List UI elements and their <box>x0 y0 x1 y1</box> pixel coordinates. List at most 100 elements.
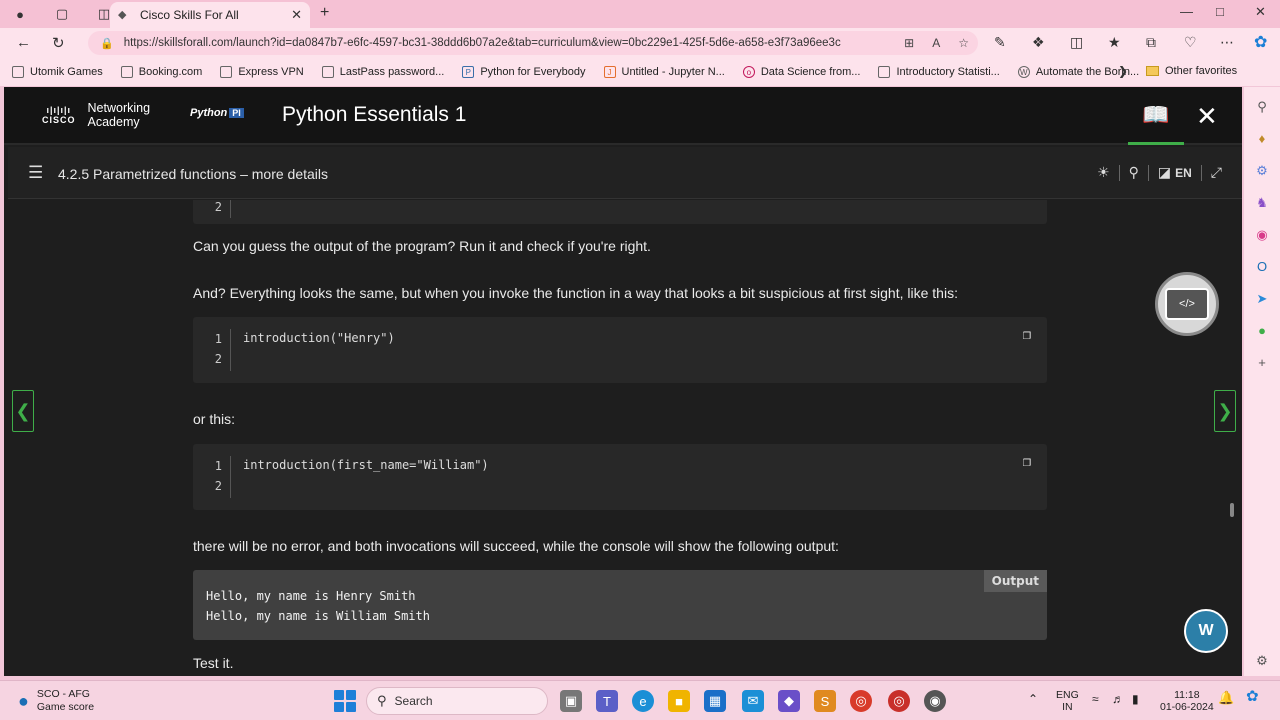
folder-icon <box>1146 66 1159 76</box>
minimize-icon[interactable]: — <box>1180 4 1193 19</box>
course-app: ı|ı|ı|ı CISCO Networking Academy Python P… <box>4 87 1242 676</box>
read-aloud-icon[interactable]: A <box>932 36 940 50</box>
search-icon[interactable]: ⚲ <box>1129 164 1139 181</box>
page-icon <box>321 66 334 78</box>
language-selector[interactable]: EN <box>1175 166 1192 180</box>
back-icon[interactable]: ← <box>16 34 31 51</box>
mail-icon[interactable]: ✉ <box>742 690 764 712</box>
bookmark-item[interactable]: J Untitled - Jupyter N... <box>603 66 725 78</box>
address-bar[interactable]: 🔒 https://skillsforall.com/launch?id=da0… <box>88 31 978 55</box>
close-tab-icon[interactable]: ✕ <box>291 7 302 23</box>
site-favicon-icon: ◆ <box>118 9 127 21</box>
lock-icon[interactable]: 🔒 <box>100 37 114 50</box>
chrome-icon[interactable]: ◎ <box>850 690 872 712</box>
shopping-icon[interactable]: ♦ <box>1254 131 1270 147</box>
language-indicator[interactable]: ENG IN <box>1056 689 1079 713</box>
copilot-taskbar-icon[interactable]: ✿ <box>1246 689 1259 704</box>
split-screen-icon[interactable]: ◫ <box>1070 34 1083 51</box>
maximize-icon[interactable]: □ <box>1216 4 1224 19</box>
code-block[interactable]: 1 2 introduction("Henry") ❐ <box>193 317 1047 383</box>
favorites-icon[interactable]: ★ <box>1108 34 1121 51</box>
send-icon[interactable]: ➤ <box>1254 291 1270 307</box>
wifi-icon[interactable]: ≈ <box>1092 693 1099 705</box>
tools-icon[interactable]: ⚙ <box>1254 163 1270 179</box>
code-line[interactable]: introduction("Henry") <box>243 331 395 345</box>
page-icon <box>120 66 133 78</box>
paragraph: or this: <box>193 411 236 427</box>
sublime-icon[interactable]: S <box>814 690 836 712</box>
browser-essentials-icon[interactable]: ♡ <box>1184 34 1197 51</box>
window-close-icon[interactable]: ✕ <box>1255 4 1266 20</box>
windows-start-icon[interactable] <box>334 690 356 712</box>
chevron-right-icon[interactable]: ❯ <box>1118 64 1128 78</box>
clock[interactable]: 11:18 01-06-2024 <box>1160 689 1214 713</box>
bookmark-item[interactable]: o Data Science from... <box>742 66 860 78</box>
paragraph: Test it. <box>193 655 234 671</box>
search-icon[interactable]: ⚲ <box>1254 99 1270 115</box>
cisco-logo: ı|ı|ı|ı CISCO Networking Academy <box>42 101 151 129</box>
scrollbar[interactable] <box>1230 503 1234 517</box>
games-icon[interactable]: ♞ <box>1254 195 1270 211</box>
profile-icon[interactable]: ● <box>10 4 30 24</box>
reload-icon[interactable]: ↻ <box>52 34 65 52</box>
workspaces-icon[interactable]: ▢ <box>52 4 72 24</box>
chevron-up-icon[interactable]: ⌃ <box>1028 693 1038 705</box>
output-label: Output <box>983 570 1047 592</box>
next-page-arrow-icon[interactable]: ❯ <box>1214 390 1236 432</box>
favorite-star-icon[interactable]: ☆ <box>958 36 969 50</box>
theme-sun-icon[interactable]: ☀ <box>1097 164 1110 181</box>
extension-icon[interactable]: ✎ <box>994 34 1006 51</box>
more-menu-icon[interactable]: ⋯ <box>1220 34 1234 51</box>
edge-sidebar: ⚲ ♦ ⚙ ♞ ◉ O ➤ ● + ⚙ <box>1244 87 1280 676</box>
copy-icon[interactable]: ❐ <box>1023 327 1031 343</box>
wordpress-icon: W <box>1017 66 1030 78</box>
search-icon: ⚲ <box>377 693 387 708</box>
add-icon[interactable]: + <box>1254 355 1270 371</box>
taskbar-search[interactable]: ⚲ Search <box>366 687 548 715</box>
battery-icon[interactable]: ▮ <box>1132 693 1139 705</box>
news-widget[interactable]: ● SCO - AFG Game score <box>18 688 94 714</box>
chrome-profile-icon[interactable]: ◎ <box>888 690 910 712</box>
settings-gear-icon[interactable]: ⚙ <box>1254 653 1270 669</box>
edge-browser-icon[interactable]: e <box>632 690 654 712</box>
lab-launch-button[interactable]: </> <box>1155 272 1219 336</box>
tab-title: Cisco Skills For All <box>140 8 239 22</box>
bookmark-item[interactable]: Utomik Games <box>12 66 103 78</box>
copy-icon[interactable]: ❐ <box>1023 454 1031 470</box>
webex-icon[interactable]: W <box>1184 609 1228 653</box>
collections-icon[interactable]: ⧉ <box>1146 34 1156 51</box>
url-text[interactable]: https://skillsforall.com/launch?id=da084… <box>124 37 895 49</box>
other-favorites[interactable]: Other favorites <box>1146 65 1237 77</box>
bookmark-item[interactable]: LastPass password... <box>321 66 444 78</box>
bookmark-item[interactable]: P Python for Everybody <box>462 66 586 78</box>
github-icon[interactable]: ◉ <box>924 690 946 712</box>
copilot-icon[interactable]: ✿ <box>1254 32 1267 52</box>
app-header: ı|ı|ı|ı CISCO Networking Academy Python P… <box>4 87 1242 145</box>
tab-cisco-skills[interactable]: ◆ Cisco Skills For All ✕ <box>110 2 310 28</box>
close-course-icon[interactable]: ✕ <box>1196 101 1218 132</box>
extensions-puzzle-icon[interactable]: ❖ <box>1032 34 1045 51</box>
volume-icon[interactable]: ♬ <box>1112 693 1124 705</box>
file-explorer-icon[interactable]: ■ <box>668 690 690 712</box>
store-icon[interactable]: ▦ <box>704 690 726 712</box>
expand-icon[interactable]: ⤢ <box>1211 164 1222 181</box>
bookmark-item[interactable]: Booking.com <box>120 66 202 78</box>
new-tab-icon[interactable]: + <box>320 4 329 22</box>
drop-icon[interactable]: ● <box>1254 323 1270 339</box>
code-laptop-icon: </> <box>1165 288 1209 320</box>
task-view-icon[interactable]: ▣ <box>560 690 582 712</box>
hamburger-menu-icon[interactable]: ☰ <box>28 163 43 183</box>
code-line[interactable]: introduction(first_name="William") <box>243 458 489 472</box>
notification-bell-icon[interactable]: 🔔 <box>1218 691 1234 704</box>
previous-page-arrow-icon[interactable]: ❮ <box>12 390 34 432</box>
m365-icon[interactable]: ◉ <box>1254 227 1270 243</box>
app-available-icon[interactable]: ⊞ <box>904 36 914 50</box>
bookmark-item[interactable]: Introductory Statisti... <box>878 66 1000 78</box>
translate-icon[interactable]: ◪ <box>1158 164 1171 181</box>
book-icon[interactable]: 📖 <box>1128 87 1184 145</box>
outlook-icon[interactable]: O <box>1254 259 1270 275</box>
vs-icon[interactable]: ◆ <box>778 690 800 712</box>
bookmark-item[interactable]: Express VPN <box>220 66 304 78</box>
code-block[interactable]: 1 2 introduction(first_name="William") ❐ <box>193 444 1047 510</box>
teams-icon[interactable]: T <box>596 690 618 712</box>
